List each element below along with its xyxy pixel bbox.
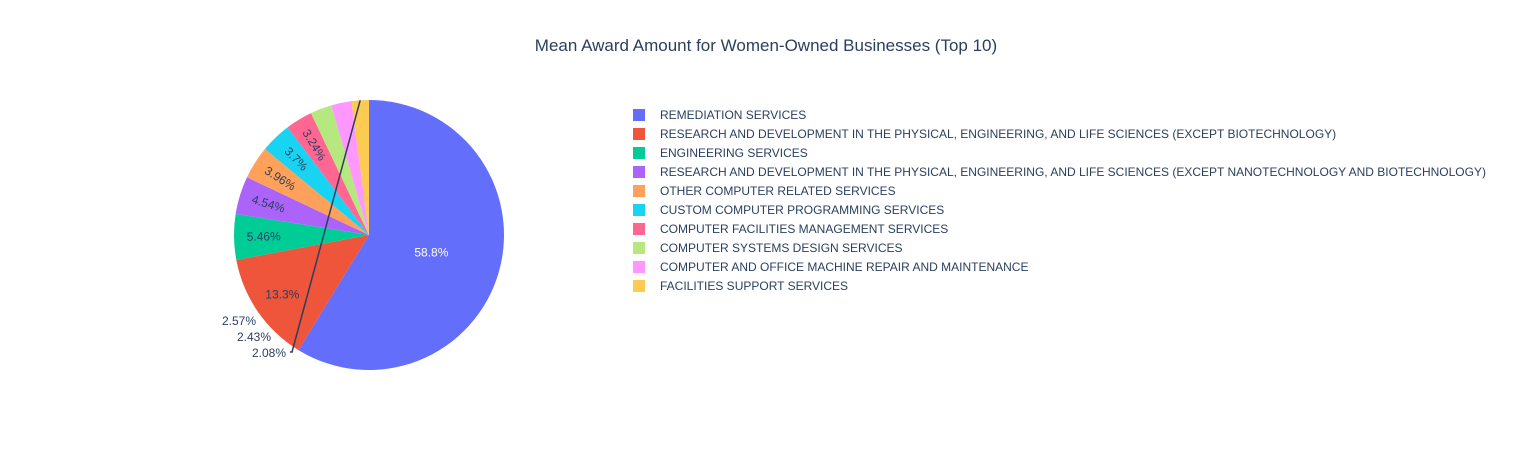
legend-label: REMEDIATION SERVICES xyxy=(660,108,806,122)
legend-swatch xyxy=(633,261,645,273)
legend-swatch xyxy=(633,166,645,178)
slice-percent-label: 2.57% xyxy=(222,314,256,328)
legend-swatch xyxy=(633,109,645,121)
slice-percent-label: 2.43% xyxy=(237,330,271,344)
legend-label: RESEARCH AND DEVELOPMENT IN THE PHYSICAL… xyxy=(660,165,1486,179)
legend-item[interactable]: RESEARCH AND DEVELOPMENT IN THE PHYSICAL… xyxy=(633,127,1336,141)
legend-swatch xyxy=(633,280,645,292)
legend-item[interactable]: COMPUTER SYSTEMS DESIGN SERVICES xyxy=(633,241,903,255)
slice-percent-label: 2.08% xyxy=(252,346,286,360)
chart-container: Mean Award Amount for Women-Owned Busine… xyxy=(0,0,1532,450)
slice-percent-label: 58.8% xyxy=(414,246,448,260)
legend-label: OTHER COMPUTER RELATED SERVICES xyxy=(660,184,896,198)
legend-item[interactable]: CUSTOM COMPUTER PROGRAMMING SERVICES xyxy=(633,203,944,217)
chart-title: Mean Award Amount for Women-Owned Busine… xyxy=(535,36,997,55)
legend-item[interactable]: RESEARCH AND DEVELOPMENT IN THE PHYSICAL… xyxy=(633,165,1486,179)
legend-item[interactable]: ENGINEERING SERVICES xyxy=(633,146,808,160)
legend: REMEDIATION SERVICES RESEARCH AND DEVELOP… xyxy=(633,108,1486,293)
legend-label: COMPUTER SYSTEMS DESIGN SERVICES xyxy=(660,241,903,255)
legend-swatch xyxy=(633,128,645,140)
slice-percent-label: 13.3% xyxy=(265,288,299,302)
legend-item[interactable]: OTHER COMPUTER RELATED SERVICES xyxy=(633,184,896,198)
legend-label: RESEARCH AND DEVELOPMENT IN THE PHYSICAL… xyxy=(660,127,1336,141)
slice-percent-label: 5.46% xyxy=(247,229,282,243)
legend-swatch xyxy=(633,185,645,197)
legend-swatch xyxy=(633,242,645,254)
legend-item[interactable]: COMPUTER AND OFFICE MACHINE REPAIR AND M… xyxy=(633,260,1028,274)
legend-swatch xyxy=(633,147,645,159)
legend-label: CUSTOM COMPUTER PROGRAMMING SERVICES xyxy=(660,203,944,217)
legend-swatch xyxy=(633,204,645,216)
legend-item[interactable]: FACILITIES SUPPORT SERVICES xyxy=(633,279,848,293)
legend-label: COMPUTER AND OFFICE MACHINE REPAIR AND M… xyxy=(660,260,1028,274)
legend-item[interactable]: COMPUTER FACILITIES MANAGEMENT SERVICES xyxy=(633,222,948,236)
legend-label: COMPUTER FACILITIES MANAGEMENT SERVICES xyxy=(660,222,948,236)
legend-item[interactable]: REMEDIATION SERVICES xyxy=(633,108,806,122)
legend-label: ENGINEERING SERVICES xyxy=(660,146,808,160)
pie-chart: Mean Award Amount for Women-Owned Busine… xyxy=(222,36,1486,370)
legend-label: FACILITIES SUPPORT SERVICES xyxy=(660,279,848,293)
legend-swatch xyxy=(633,223,645,235)
